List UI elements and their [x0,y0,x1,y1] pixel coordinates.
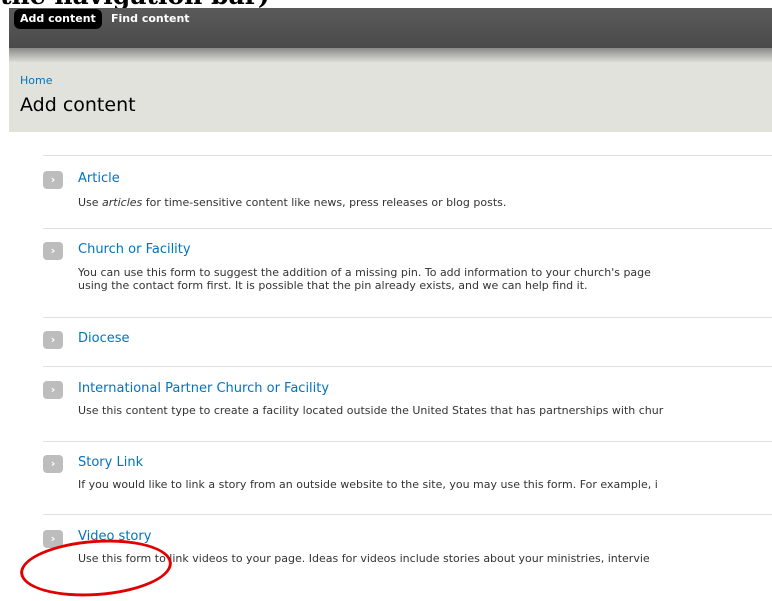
divider [43,317,772,318]
content-type-church-link[interactable]: Church or Facility [78,242,191,257]
content-type-international-description: Use this content type to create a facili… [78,404,664,417]
page-title: Add content [20,94,136,116]
content-type-church-description-line2: using the contact form first. It is poss… [78,279,588,292]
divider [43,366,772,367]
chevron-right-icon[interactable]: › [43,242,63,260]
content-type-diocese-link[interactable]: Diocese [78,331,130,346]
chevron-right-icon[interactable]: › [43,171,63,189]
content-type-article-link[interactable]: Article [78,171,120,186]
divider [43,514,772,515]
toolbar-add-content-link[interactable]: Add content [14,9,102,29]
content-type-church-description-line1: You can use this form to suggest the add… [78,266,651,279]
divider [43,441,772,442]
red-highlight-circle [18,534,174,601]
chevron-right-icon[interactable]: › [43,455,63,473]
chevron-right-icon[interactable]: › [43,331,63,349]
chevron-right-icon[interactable]: › [43,381,63,399]
toolbar-find-content-link[interactable]: Find content [111,9,190,29]
clipped-caption: the navigation bar) [0,0,270,8]
divider [43,228,772,229]
content-type-article-description: Use articles for time-sensitive content … [78,196,507,209]
toolbar-shadow [9,48,772,62]
content-type-story-link-description: If you would like to link a story from a… [78,478,658,491]
content-type-story-link-link[interactable]: Story Link [78,455,143,470]
breadcrumb-home-link[interactable]: Home [20,74,52,87]
content-type-international-link[interactable]: International Partner Church or Facility [78,381,329,396]
divider [43,155,772,156]
